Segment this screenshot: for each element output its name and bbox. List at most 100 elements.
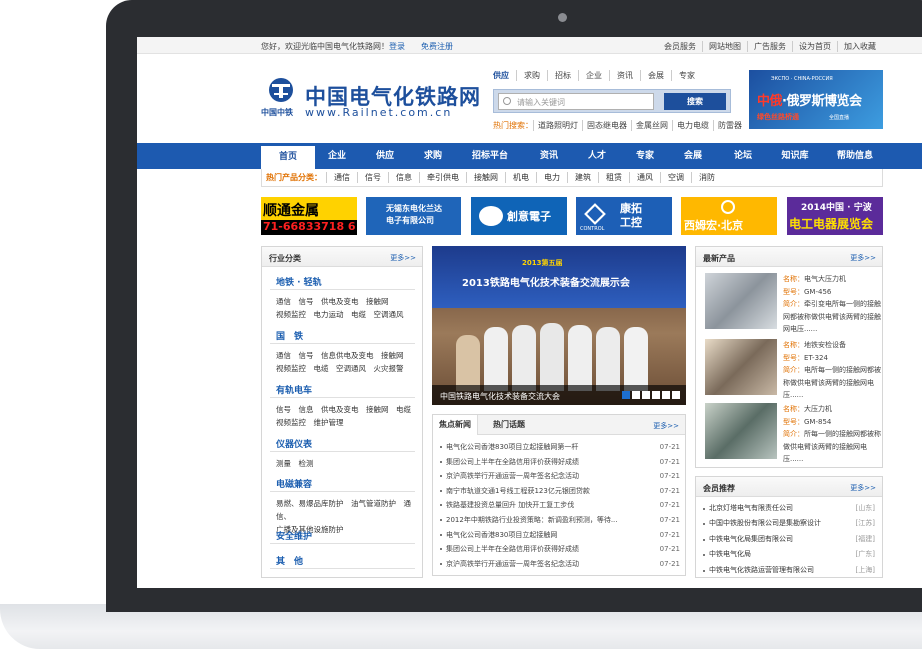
search-tab-news[interactable]: 资讯 <box>609 70 640 81</box>
category-title[interactable]: 仪器仪表 <box>270 437 415 452</box>
news-slideshow[interactable]: 2013第五届 2013铁路电气化技术装备交流展示会 中国铁路电气化技术装备交流… <box>432 246 686 405</box>
login-link[interactable]: 登录 <box>389 41 405 52</box>
member-item[interactable]: 中铁电气化局集团有限公司 [福建] <box>703 532 875 547</box>
sitemap-link[interactable]: 网站地图 <box>702 41 747 52</box>
hot-search-item[interactable]: 道路照明灯 <box>533 120 582 131</box>
news-item[interactable]: 电气化公司香港830项目立起接触网 07-21 <box>440 527 680 543</box>
hot-product-item[interactable]: 信息 <box>388 172 419 183</box>
news-item[interactable]: 南宁市轨道交通1号线工程获123亿元银团贷款 07-21 <box>440 483 680 499</box>
category-title[interactable]: 电磁兼容 <box>270 477 415 492</box>
member-service-link[interactable]: 会员服务 <box>658 41 702 52</box>
ad-banner-chuangyi[interactable]: 創意電子 <box>471 197 567 235</box>
nav-tender[interactable]: 招标平台 <box>461 143 519 169</box>
nav-forum[interactable]: 论坛 <box>721 143 765 169</box>
tab-hot-topics[interactable]: 热门话题 <box>487 415 531 435</box>
search-tab-expo[interactable]: 会展 <box>640 70 671 81</box>
nav-home[interactable]: 首页 <box>261 146 315 169</box>
category-line[interactable]: 信号 信息 供电及变电 接触网 电缆 <box>276 403 418 416</box>
hot-product-item[interactable]: 空调 <box>660 172 691 183</box>
hot-product-item[interactable]: 通信 <box>326 172 357 183</box>
product-image[interactable] <box>705 273 777 329</box>
product-card[interactable]: 名称：大压力机 型号：GM-854 简介：所每一侧的接触网都被称做供电臂该两臂的… <box>703 403 881 463</box>
search-tab-supply[interactable]: 供应 <box>493 70 516 81</box>
category-line[interactable]: 视频监控 电力运动 电缆 空调通风 <box>276 308 418 321</box>
member-item[interactable]: 中铁电气化铁路运营管理有限公司 [上海] <box>703 563 875 578</box>
member-item[interactable]: 北京灯塔电气有限责任公司 [山东] <box>703 501 875 516</box>
nav-knowledge[interactable]: 知识库 <box>773 143 817 169</box>
hot-search-item[interactable]: 电力电缆 <box>672 120 713 131</box>
category-line[interactable]: 视频监控 电缆 空调通风 火灾报警 <box>276 362 418 375</box>
hot-search-item[interactable]: 固态继电器 <box>582 120 631 131</box>
slide-dot[interactable] <box>632 391 640 399</box>
search-button[interactable]: 搜索 <box>664 93 726 110</box>
search-tab-company[interactable]: 企业 <box>578 70 609 81</box>
product-card[interactable]: 名称：电气大压力机 型号：GM-456 简介：牵引变电所每一侧的接触网都被称做供… <box>703 273 881 333</box>
slide-dot[interactable] <box>652 391 660 399</box>
hot-product-item[interactable]: 信号 <box>357 172 388 183</box>
hot-product-item[interactable]: 租赁 <box>598 172 629 183</box>
hot-search-item[interactable]: 防雷器 <box>713 120 746 131</box>
hot-product-item[interactable]: 电力 <box>536 172 567 183</box>
nav-expert[interactable]: 专家 <box>623 143 667 169</box>
slide-dot[interactable] <box>662 391 670 399</box>
news-item[interactable]: 电气化公司香港830项目立起接触网第一杆 07-21 <box>440 440 680 455</box>
hot-product-item[interactable]: 通风 <box>629 172 660 183</box>
search-input[interactable]: 请输入关键词 <box>498 93 654 110</box>
member-item[interactable]: 中铁电气化局 [广东] <box>703 547 875 562</box>
add-favorite-link[interactable]: 加入收藏 <box>837 41 882 52</box>
expo-ad-banner[interactable]: ЭКСПО · CHINA-РОССИЯ 中俄·俄罗斯博览会 绿色丝路桥通 全国… <box>749 70 883 129</box>
set-homepage-link[interactable]: 设为首页 <box>792 41 837 52</box>
hot-product-item[interactable]: 接触网 <box>466 172 505 183</box>
product-card[interactable]: 名称：地铁安检设备 型号：ET-324 简介：电所每一侧的接触网都被称做供电臂该… <box>703 339 881 399</box>
ad-banner-wuxi[interactable]: 无锡东电化兰达 电子有限公司 <box>366 197 461 235</box>
nav-news[interactable]: 资讯 <box>527 143 571 169</box>
ad-banner-ningbo-expo[interactable]: 2014中国 · 宁波 电工电器展览会 <box>787 197 883 235</box>
slide-dot[interactable] <box>622 391 630 399</box>
industry-more-link[interactable]: 更多>> <box>390 253 416 263</box>
search-tab-buy[interactable]: 求购 <box>516 70 547 81</box>
ad-banner-shuntong[interactable]: 顺通金属 71-66833718 6 <box>261 197 357 235</box>
news-item[interactable]: 集团公司上半年在全路信用评价获得好成绩 07-21 <box>440 454 680 470</box>
category-line[interactable]: 视频监控 维护管理 <box>276 416 418 429</box>
news-item[interactable]: 2012年中期铁路行业投资策略：新调盈利预测，等待... 07-21 <box>440 512 680 528</box>
hot-product-item[interactable]: 建筑 <box>567 172 598 183</box>
tab-focus-news[interactable]: 焦点新闻 <box>433 415 478 435</box>
product-image[interactable] <box>705 339 777 395</box>
register-link[interactable]: 免费注册 <box>421 41 453 52</box>
category-line[interactable]: 通信 信号 信息供电及变电 接触网 <box>276 349 418 362</box>
category-title[interactable]: 其 他 <box>270 554 415 569</box>
category-title[interactable]: 地铁 · 轻轨 <box>270 275 415 290</box>
new-products-more-link[interactable]: 更多>> <box>850 253 876 263</box>
category-title[interactable]: 国 铁 <box>270 329 415 344</box>
hot-search-item[interactable]: 金属丝网 <box>631 120 672 131</box>
search-tab-tender[interactable]: 招标 <box>547 70 578 81</box>
ad-banner-ximuhong[interactable]: 西姆宏·北京 <box>681 197 777 235</box>
ad-banner-kangtuo[interactable]: 康拓 工控 CONTROL <box>576 197 672 235</box>
product-image[interactable] <box>705 403 777 459</box>
nav-expo[interactable]: 会展 <box>671 143 715 169</box>
category-title[interactable]: 安全维护 <box>270 529 415 544</box>
slide-dot[interactable] <box>642 391 650 399</box>
news-more-link[interactable]: 更多>> <box>653 421 679 431</box>
member-item[interactable]: 中国中铁股份有限公司是集勘察设计 [江苏] <box>703 516 875 531</box>
nav-supply[interactable]: 供应 <box>363 143 407 169</box>
category-line[interactable]: 易燃、易爆品库防护 油气管道防护 通信、 <box>276 497 418 523</box>
category-title[interactable]: 有轨电车 <box>270 383 415 398</box>
category-line[interactable]: 通信 信号 供电及变电 接触网 <box>276 295 418 308</box>
railway-logo-icon[interactable] <box>263 77 299 103</box>
members-more-link[interactable]: 更多>> <box>850 483 876 493</box>
nav-buy[interactable]: 求购 <box>411 143 455 169</box>
news-item[interactable]: 集团公司上半年在全路信用评价获得好成绩 07-21 <box>440 542 680 557</box>
nav-company[interactable]: 企业 <box>315 143 359 169</box>
ad-service-link[interactable]: 广告服务 <box>747 41 792 52</box>
news-item[interactable]: 京沪高铁举行开通运营一周年签名纪念活动 07-21 <box>440 556 680 572</box>
hot-product-item[interactable]: 牵引供电 <box>419 172 466 183</box>
nav-help[interactable]: 帮助信息 <box>827 143 883 169</box>
slide-dot[interactable] <box>672 391 680 399</box>
news-item[interactable]: 京沪高铁举行开通运营一周年签名纪念活动 07-21 <box>440 469 680 484</box>
hot-product-item[interactable]: 消防 <box>691 172 722 183</box>
category-line[interactable]: 测量 检测 <box>276 457 418 470</box>
hot-product-item[interactable]: 机电 <box>505 172 536 183</box>
news-item[interactable]: 铁路基建投资总量回升 加快开工复工步伐 07-21 <box>440 498 680 513</box>
nav-talent[interactable]: 人才 <box>575 143 619 169</box>
